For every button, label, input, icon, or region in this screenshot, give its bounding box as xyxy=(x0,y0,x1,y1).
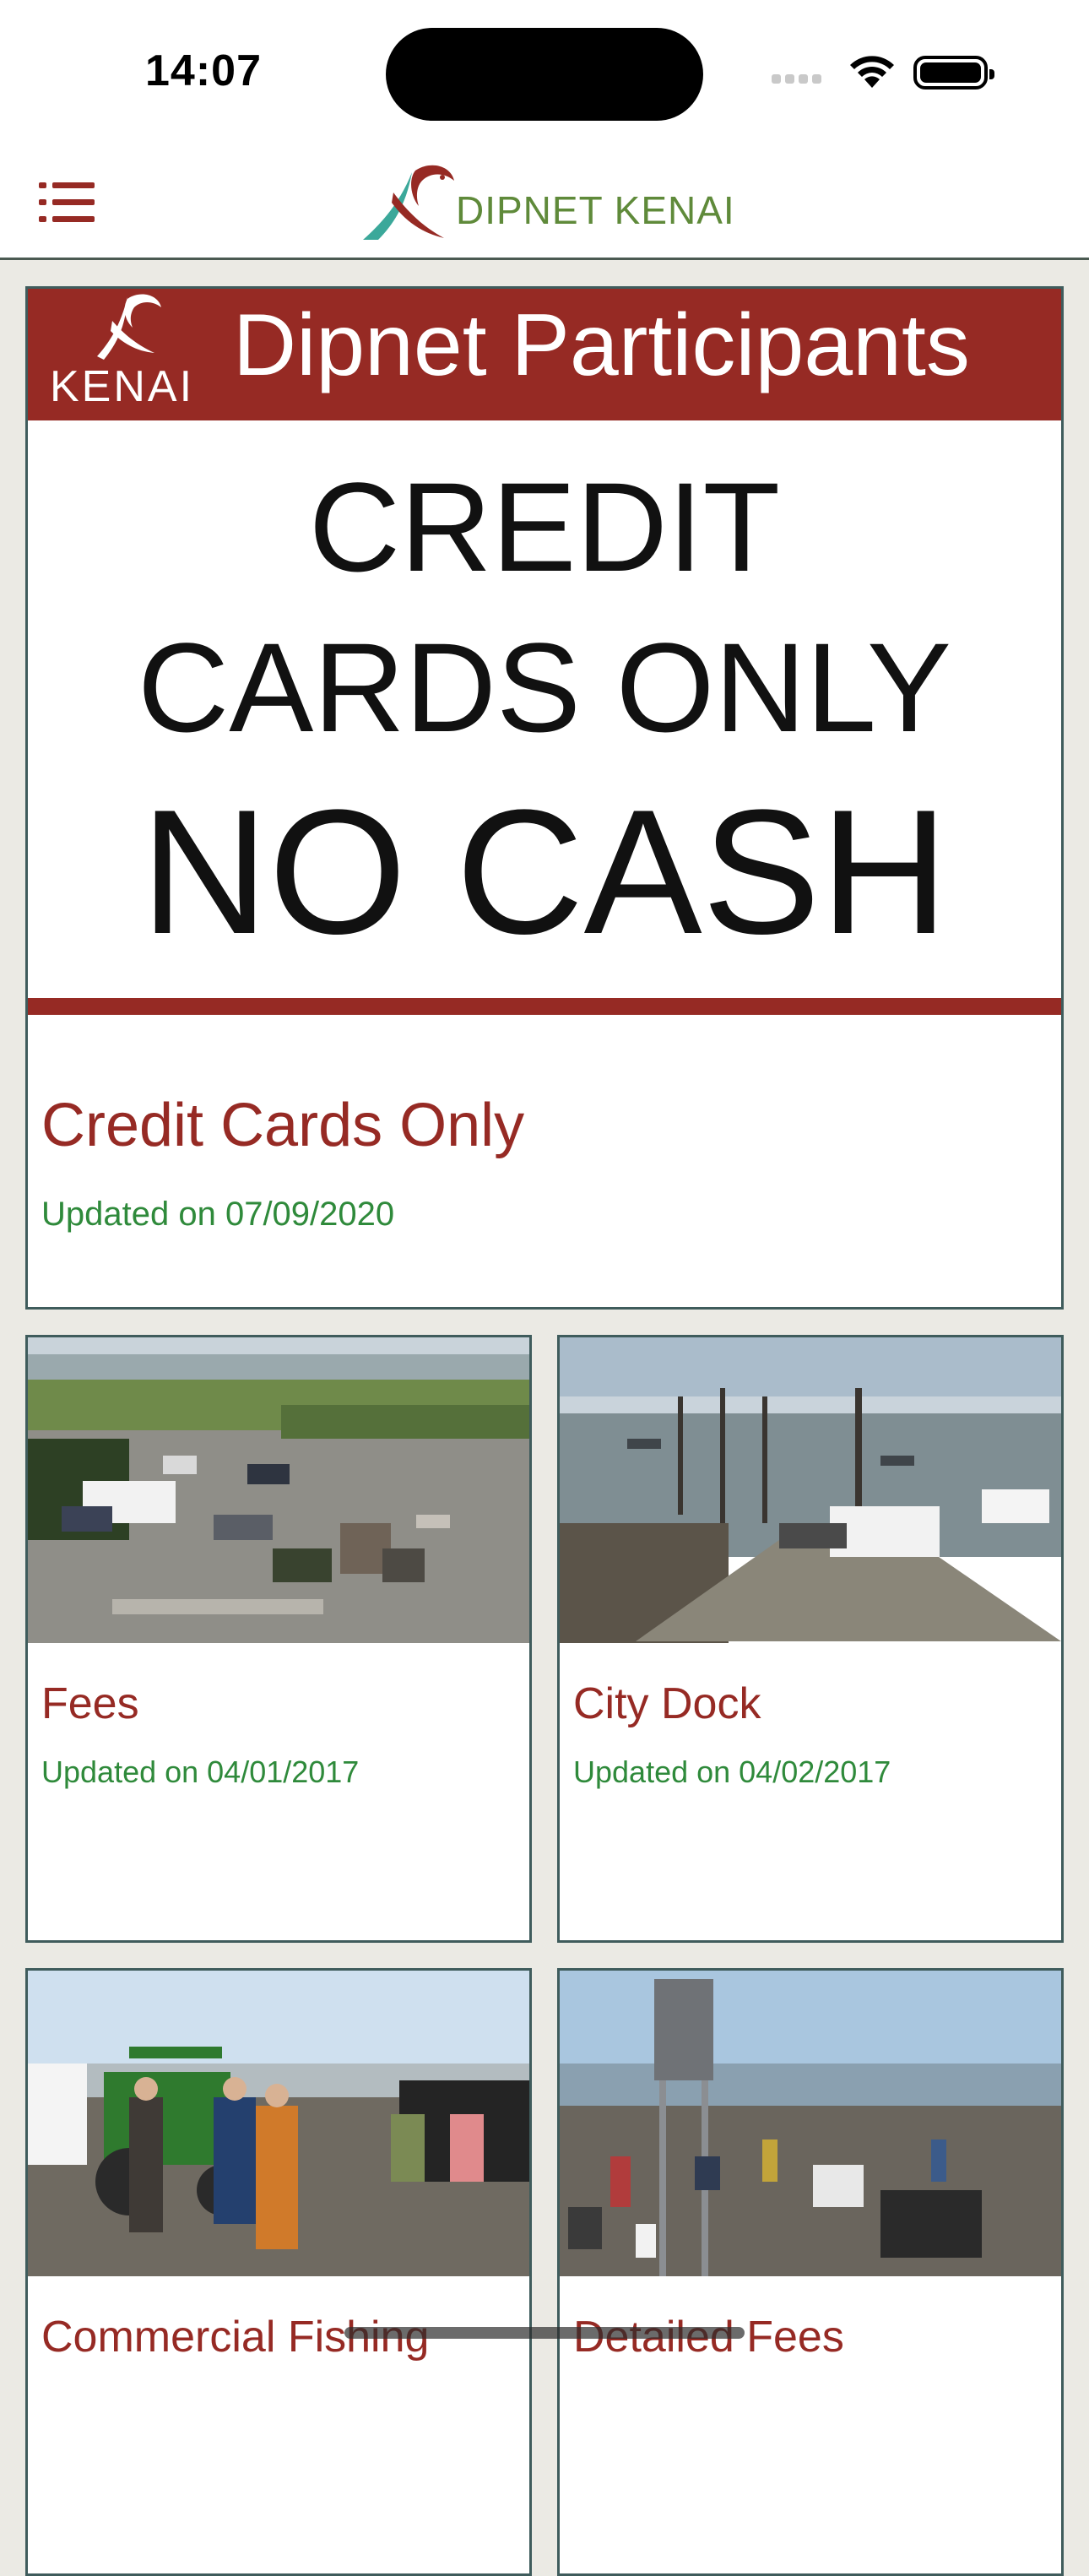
city-dock-photo xyxy=(560,1337,1061,1643)
battery-icon xyxy=(913,56,994,89)
status-bar: 14:07 xyxy=(0,0,1089,144)
card-updated-date: Updated on 04/01/2017 xyxy=(41,1754,360,1789)
banner-title: Dipnet Participants xyxy=(233,296,970,394)
home-indicator[interactable] xyxy=(344,2327,745,2339)
card-updated-date: Updated on 04/02/2017 xyxy=(573,1754,891,1789)
city-dock-card[interactable]: City Dock Updated on 04/02/2017 xyxy=(557,1335,1064,1943)
divider xyxy=(28,998,1061,1015)
sign-line: NO CASH xyxy=(140,773,949,971)
menu-list-icon[interactable] xyxy=(39,182,95,223)
wifi-icon xyxy=(850,56,894,88)
card-title[interactable]: Credit Cards Only xyxy=(41,1091,524,1160)
banner: KENAI Dipnet Participants xyxy=(28,289,1061,420)
detailed-fees-card[interactable]: Detailed Fees xyxy=(557,1968,1064,2576)
beach-dipnetting-photo xyxy=(560,1971,1061,2276)
commercial-fishing-card[interactable]: Commercial Fishing xyxy=(25,1968,532,2576)
parking-lot-photo xyxy=(28,1337,529,1643)
cellular-signal-icon xyxy=(772,73,826,88)
featured-news-card[interactable]: KENAI Dipnet Participants CREDIT CARDS O… xyxy=(25,286,1064,1310)
dipnet-kenai-logo[interactable]: DIPNET KENAI xyxy=(363,162,734,243)
dynamic-island xyxy=(386,28,703,121)
status-time: 14:07 xyxy=(145,46,262,95)
commercial-fishing-photo xyxy=(28,1971,529,2276)
card-updated-date: Updated on 07/09/2020 xyxy=(41,1196,395,1233)
navigation-bar: DIPNET KENAI xyxy=(0,144,1089,260)
brand-name: DIPNET KENAI xyxy=(456,188,735,232)
fish-logo-icon xyxy=(363,165,454,240)
card-title[interactable]: City Dock xyxy=(573,1678,761,1729)
card-title[interactable]: Fees xyxy=(41,1678,139,1729)
sign-line: CREDIT xyxy=(308,456,781,598)
fees-card[interactable]: Fees Updated on 04/01/2017 xyxy=(25,1335,532,1943)
sign-line: CARDS ONLY xyxy=(137,616,952,758)
banner-kenai-text: KENAI xyxy=(50,362,195,411)
